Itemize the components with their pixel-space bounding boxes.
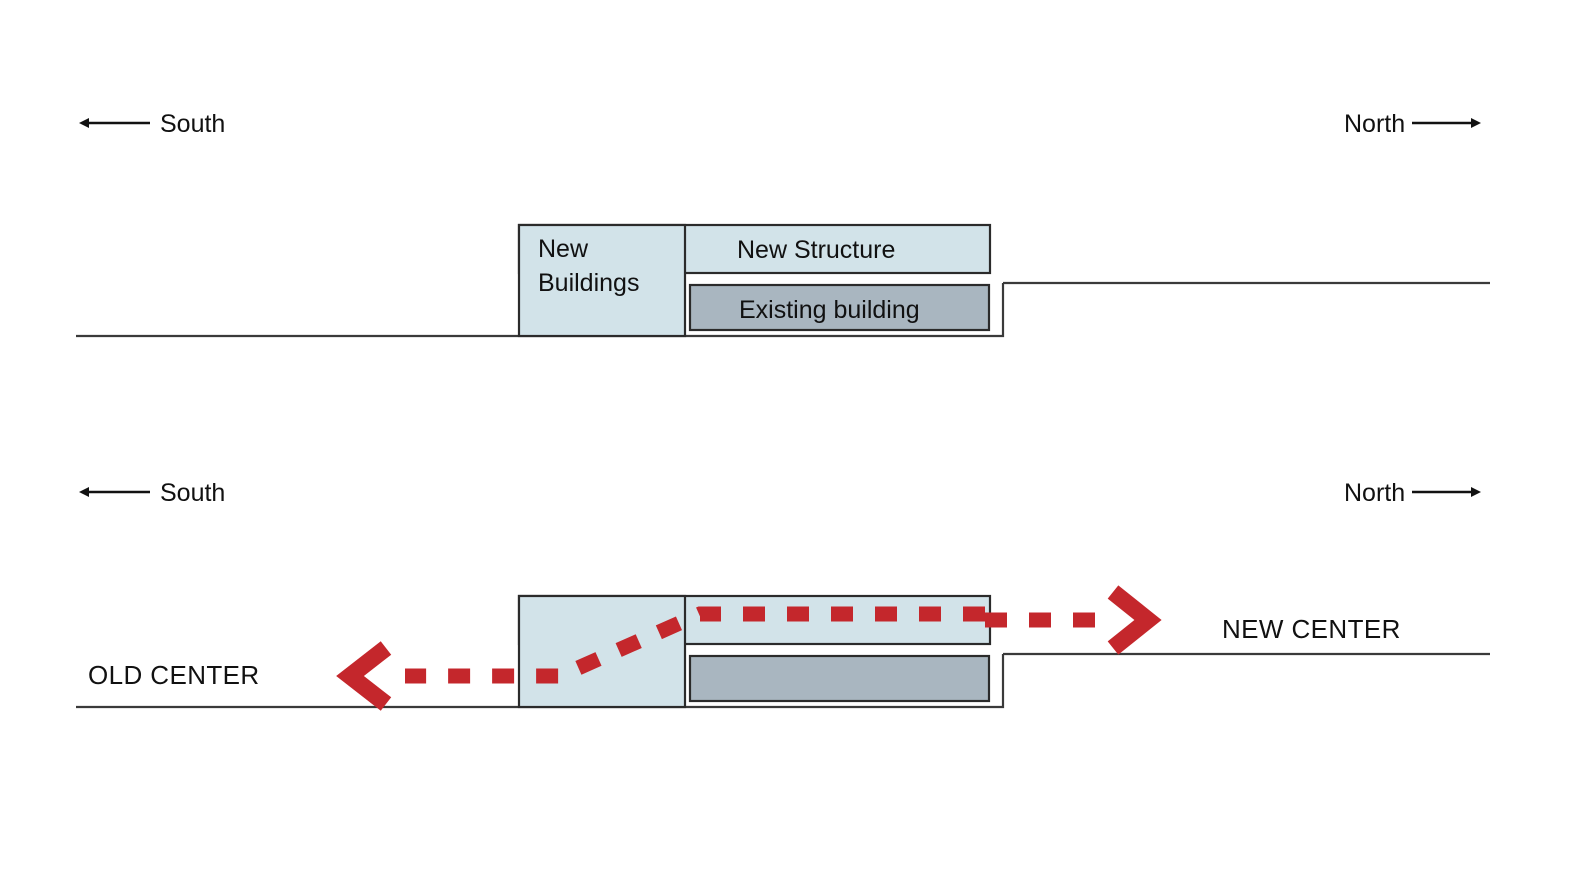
lower-compass-south: South [79, 479, 225, 507]
upper-new-structure-label: New Structure [737, 236, 895, 264]
upper-new-buildings-label-line2: Buildings [538, 269, 639, 297]
lower-block-existing-building [688, 654, 991, 703]
upper-compass-north: North [1344, 110, 1481, 138]
lower-north-label: North [1344, 479, 1405, 507]
upper-compass-south: South [79, 110, 225, 138]
upper-south-label: South [160, 110, 225, 138]
upper-new-buildings-label-line1: New [538, 235, 589, 263]
upper-north-label: North [1344, 110, 1405, 138]
flow-to-old-center-arrowhead [336, 641, 392, 711]
upper-panel: South North New Structure New Buildings … [76, 110, 1490, 338]
section-diagram-svg: South North New Structure New Buildings … [76, 110, 1490, 711]
diagram-canvas: South North New Structure New Buildings … [0, 0, 1582, 873]
lower-block-new-buildings [517, 594, 687, 709]
lower-compass-north: North [1344, 479, 1481, 507]
new-center-label: NEW CENTER [1222, 614, 1401, 644]
upper-existing-building-label: Existing building [739, 296, 920, 324]
flow-to-new-center-arrowhead [1107, 585, 1162, 655]
lower-south-label: South [160, 479, 225, 507]
lower-panel: South North OLD CENTER NEW CENTER [76, 479, 1490, 711]
old-center-label: OLD CENTER [88, 660, 260, 690]
